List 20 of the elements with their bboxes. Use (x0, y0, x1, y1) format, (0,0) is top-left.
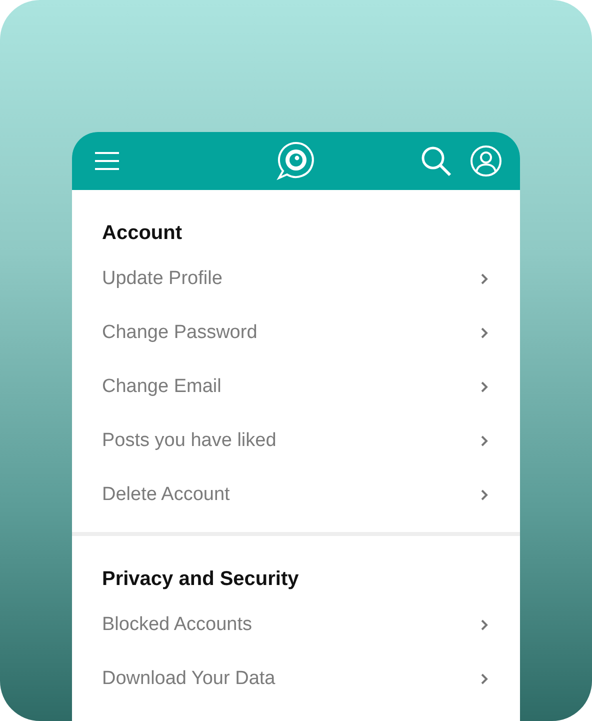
settings-item[interactable]: Change Email (102, 360, 520, 414)
settings-item[interactable]: Delete Account (102, 468, 520, 522)
chevron-icon (480, 327, 488, 339)
chevron-icon (480, 619, 488, 631)
settings-item[interactable]: Change Password (102, 306, 520, 360)
menu-icon[interactable] (94, 150, 120, 172)
chevron-icon (480, 273, 488, 285)
search-icon[interactable] (420, 145, 452, 177)
settings-item[interactable]: Posts you have liked (102, 414, 520, 468)
settings-item[interactable]: Download Your Data (102, 652, 520, 706)
settings-item[interactable]: Update Profile (102, 252, 520, 306)
chevron-icon (480, 435, 488, 447)
section-title: Privacy and Security (102, 567, 300, 592)
section-title: Account (102, 221, 183, 246)
settings-item[interactable]: Blocked Accounts (102, 598, 520, 652)
chevron-icon (480, 381, 488, 393)
chevron-icon (480, 673, 488, 685)
chevron-icon (480, 489, 488, 501)
logo-icon[interactable] (276, 141, 316, 181)
profile-icon[interactable] (470, 145, 502, 177)
